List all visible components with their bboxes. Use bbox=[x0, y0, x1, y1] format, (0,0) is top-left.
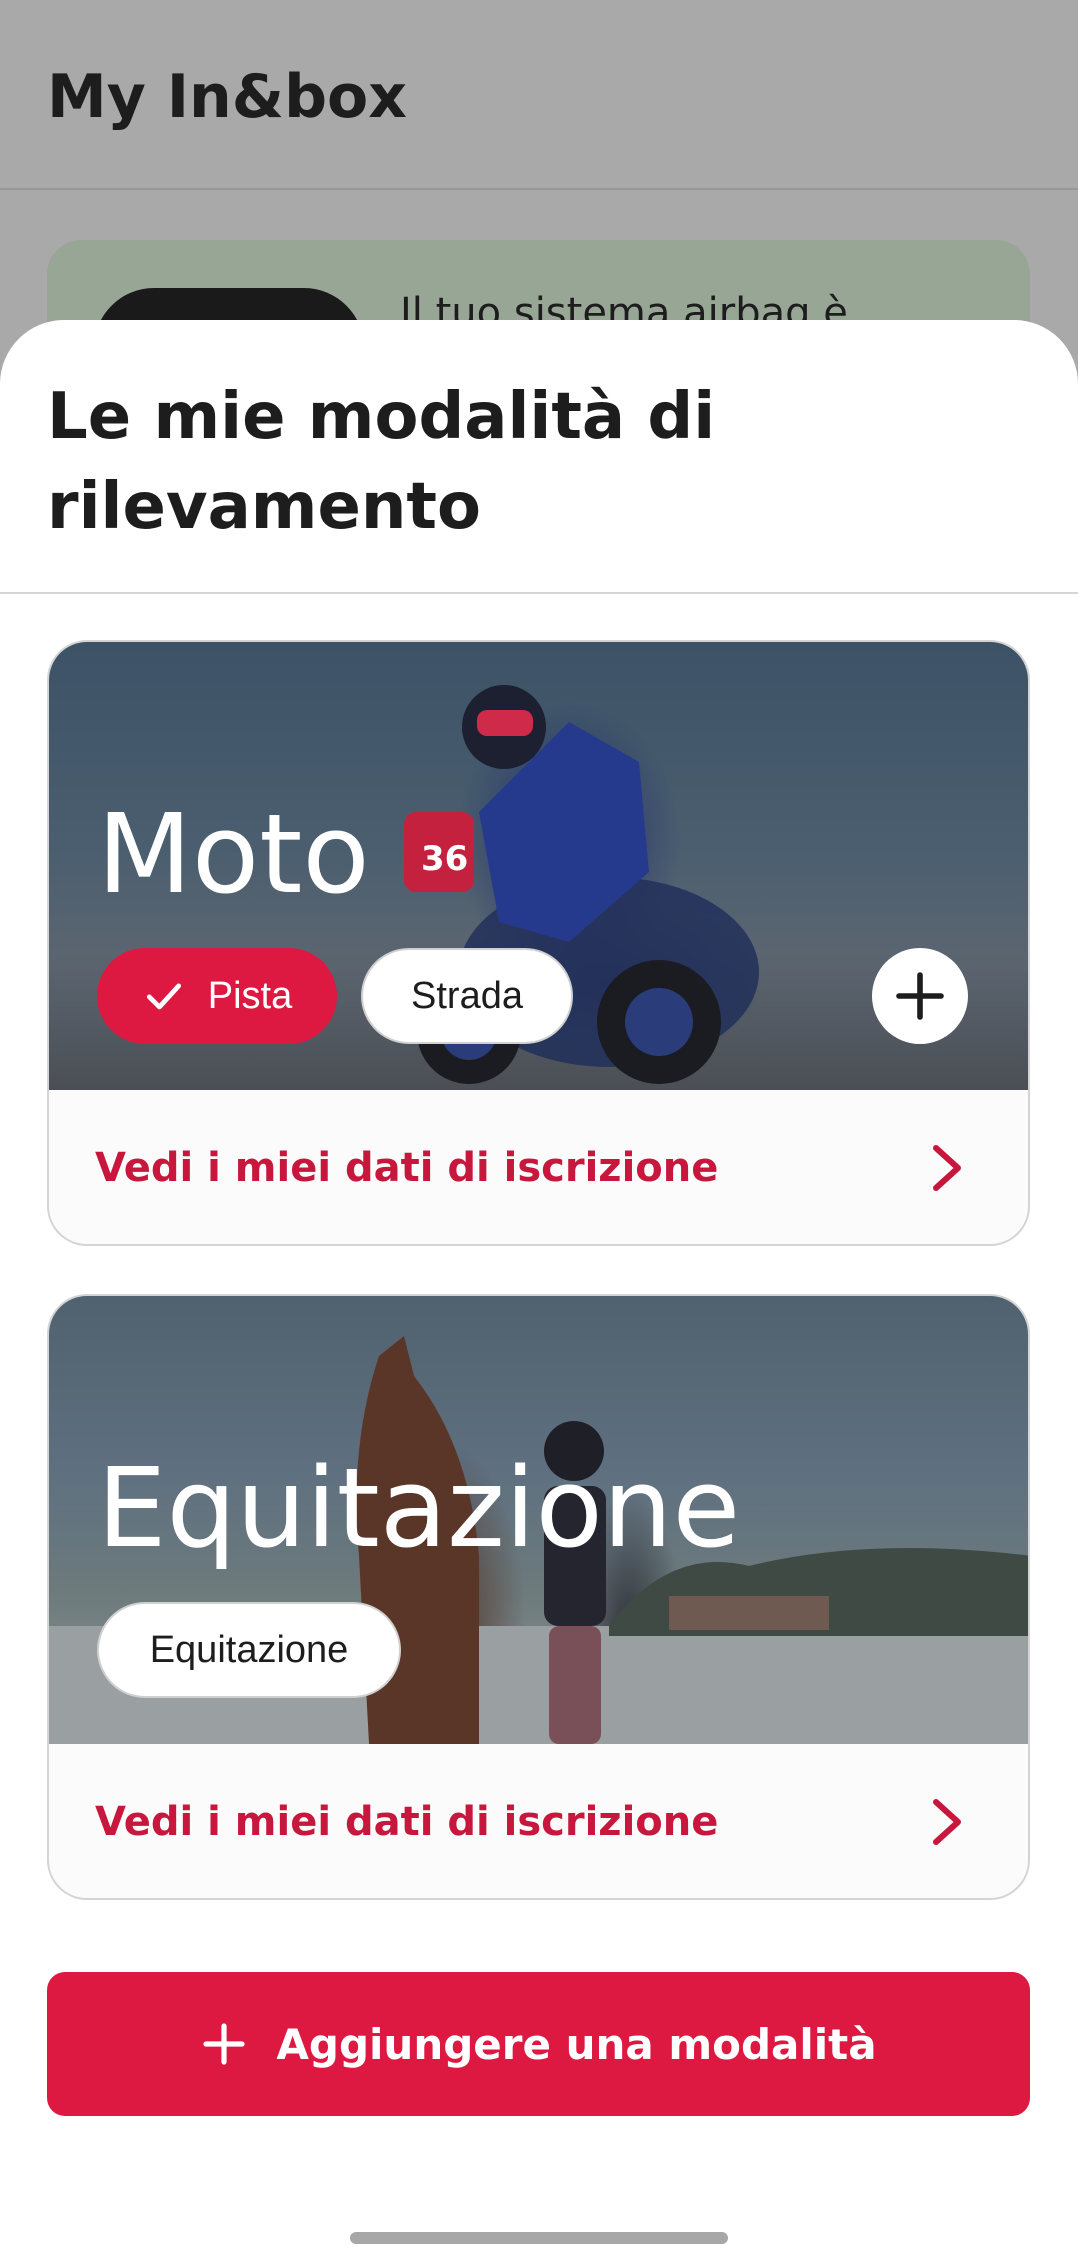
chip-equitazione[interactable]: Equitazione bbox=[97, 1602, 401, 1698]
check-icon bbox=[146, 983, 181, 1010]
sheet-divider bbox=[0, 592, 1078, 594]
add-mode-button[interactable]: Aggiungere una modalità bbox=[47, 1972, 1030, 2116]
moto-photo: 36 Moto Pista Strada bbox=[49, 642, 1028, 1090]
background-page-title: My In&box bbox=[47, 62, 407, 132]
registration-link-label: Vedi i miei dati di iscrizione bbox=[95, 1145, 719, 1191]
chip-strada-label: Strada bbox=[411, 974, 523, 1017]
chip-strada[interactable]: Strada bbox=[361, 948, 573, 1044]
home-indicator[interactable] bbox=[350, 2232, 728, 2244]
plus-icon bbox=[203, 2023, 245, 2065]
svg-text:36: 36 bbox=[421, 839, 468, 879]
registration-link-label: Vedi i miei dati di iscrizione bbox=[95, 1799, 719, 1845]
mode-card-equitazione: Equitazione Equitazione Vedi i miei dati… bbox=[47, 1294, 1030, 1900]
registration-data-link-equitazione[interactable]: Vedi i miei dati di iscrizione bbox=[49, 1744, 1028, 1898]
equitation-photo: Equitazione Equitazione bbox=[49, 1296, 1028, 1744]
background-header: My In&box bbox=[0, 0, 1078, 190]
chip-pista[interactable]: Pista bbox=[97, 948, 337, 1044]
chip-equitazione-label: Equitazione bbox=[149, 1628, 349, 1671]
card-title-equitazione: Equitazione bbox=[97, 1444, 741, 1572]
add-submode-button[interactable] bbox=[872, 948, 968, 1044]
sheet-title: Le mie modalità di rilevamento bbox=[47, 380, 716, 544]
app-screen: My In&box Il tuo sistema airbag è Le mie… bbox=[0, 0, 1078, 2258]
chip-pista-label: Pista bbox=[207, 974, 293, 1017]
registration-data-link-moto[interactable]: Vedi i miei dati di iscrizione bbox=[49, 1090, 1028, 1244]
detection-modes-sheet: Le mie modalità di rilevamento 36 Moto P… bbox=[0, 320, 1078, 2258]
chevron-right-icon bbox=[933, 1145, 961, 1191]
mode-card-moto: 36 Moto Pista Strada Vedi i miei dati di… bbox=[47, 640, 1030, 1246]
chevron-right-icon bbox=[933, 1799, 961, 1845]
card-title-moto: Moto bbox=[97, 790, 370, 918]
add-mode-button-label: Aggiungere una modalità bbox=[276, 2019, 877, 2069]
plus-icon bbox=[896, 972, 944, 1020]
